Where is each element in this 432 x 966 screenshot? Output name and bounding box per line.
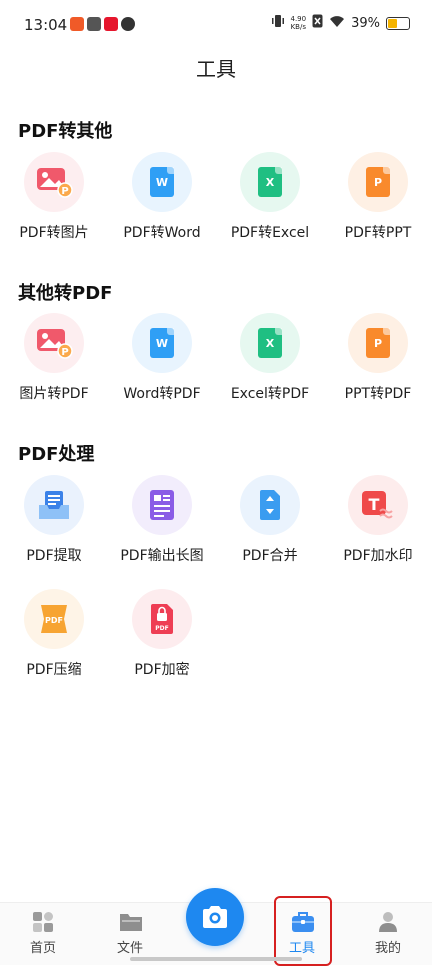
wifi-icon [329, 15, 345, 32]
sim-icon [312, 14, 323, 32]
excel-doc-icon: X [240, 152, 300, 212]
word-letter: W [150, 167, 174, 197]
tool-label: PDF转Excel [230, 225, 310, 241]
svg-text:P: P [61, 347, 68, 358]
network-speed: 4.90 KB/s [291, 15, 307, 31]
word-doc-icon: W [132, 152, 192, 212]
long-image-icon [132, 475, 192, 535]
speed-unit: KB/s [290, 23, 306, 31]
tool-label: PDF输出长图 [120, 548, 204, 564]
tools-tab-highlight [274, 896, 332, 966]
excel-letter: X [258, 167, 282, 197]
speed-value: 4.90 [290, 15, 307, 23]
camera-scan-button[interactable] [186, 888, 244, 946]
tool-ppt-to-pdf[interactable]: P PPT转PDF [324, 313, 432, 423]
page-title: 工具 [196, 57, 236, 81]
tool-pdf-to-ppt[interactable]: P PDF转PPT [324, 152, 432, 262]
extract-icon [24, 475, 84, 535]
tool-pdf-encrypt[interactable]: PDF PDF加密 [108, 589, 216, 699]
app-notification-icon [70, 17, 84, 31]
home-indicator [130, 957, 302, 961]
status-right: 4.90 KB/s 39% [271, 14, 410, 32]
tool-pdf-compress[interactable]: PDF PDF压缩 [0, 589, 108, 699]
watermark-icon: T [348, 475, 408, 535]
word-letter: W [150, 328, 174, 358]
ppt-letter: P [366, 167, 390, 197]
nav-files[interactable]: 文件 [100, 911, 160, 956]
user-icon [377, 911, 399, 933]
tool-label: PDF转图片 [19, 225, 89, 241]
tool-pdf-watermark[interactable]: T PDF加水印 [324, 475, 432, 585]
notification-icons [70, 17, 135, 31]
tool-pdf-long-image[interactable]: PDF输出长图 [108, 475, 216, 585]
compress-icon: PDF [24, 589, 84, 649]
tool-pdf-to-word[interactable]: W PDF转Word [108, 152, 216, 262]
section-title-pdf-processing: PDF处理 [18, 444, 95, 465]
tool-image-to-pdf[interactable]: P 图片转PDF [0, 313, 108, 423]
nav-home-label: 首页 [29, 941, 56, 956]
tool-label: Excel转PDF [230, 386, 310, 402]
tool-label: 图片转PDF [19, 386, 89, 402]
encrypt-pdf-text: PDF [155, 625, 168, 632]
section-title-other-to-pdf: 其他转PDF [18, 283, 113, 304]
tool-word-to-pdf[interactable]: W Word转PDF [108, 313, 216, 423]
battery-text: 39% [351, 15, 380, 31]
tool-label: PDF提取 [26, 548, 82, 564]
tool-label: PDF转PPT [344, 225, 412, 241]
home-grid-icon [32, 911, 54, 933]
merge-icon [240, 475, 300, 535]
watermark-letter: T [369, 495, 380, 514]
tool-excel-to-pdf[interactable]: X Excel转PDF [216, 313, 324, 423]
status-bar: 13:04 4.90 KB/s 39% [0, 0, 432, 50]
tool-label: PDF加水印 [343, 548, 413, 564]
app-notification-icon [121, 17, 135, 31]
tool-label: PDF合并 [242, 548, 298, 564]
excel-letter: X [258, 328, 282, 358]
tool-pdf-extract[interactable]: PDF提取 [0, 475, 108, 585]
ppt-doc-icon: P [348, 313, 408, 373]
status-time: 13:04 [24, 16, 68, 34]
tool-label: Word转PDF [123, 386, 201, 402]
folder-icon [119, 911, 142, 933]
battery-icon [386, 16, 410, 30]
weibo-icon [104, 17, 118, 31]
excel-doc-icon: X [240, 313, 300, 373]
camera-icon [203, 906, 227, 928]
tool-label: PDF加密 [134, 662, 190, 678]
app-notification-icon [87, 17, 101, 31]
ppt-letter: P [366, 328, 390, 358]
ppt-doc-icon: P [348, 152, 408, 212]
nav-home[interactable]: 首页 [13, 911, 73, 956]
nav-mine[interactable]: 我的 [358, 911, 418, 956]
tool-pdf-merge[interactable]: PDF合并 [216, 475, 324, 585]
tool-label: PPT转PDF [344, 386, 412, 402]
pdf-to-image-icon: P [24, 152, 84, 212]
image-to-pdf-icon: P [24, 313, 84, 373]
tool-pdf-to-image[interactable]: P PDF转图片 [0, 152, 108, 262]
svg-text:P: P [61, 186, 68, 197]
encrypt-icon: PDF [132, 589, 192, 649]
tool-label: PDF转Word [123, 225, 201, 241]
nav-files-label: 文件 [116, 941, 143, 956]
tool-label: PDF压缩 [26, 662, 82, 678]
vibrate-icon [271, 14, 285, 32]
word-doc-icon: W [132, 313, 192, 373]
compress-pdf-text: PDF [45, 616, 63, 625]
section-title-pdf-to-other: PDF转其他 [18, 121, 113, 142]
nav-mine-label: 我的 [374, 941, 401, 956]
tool-pdf-to-excel[interactable]: X PDF转Excel [216, 152, 324, 262]
